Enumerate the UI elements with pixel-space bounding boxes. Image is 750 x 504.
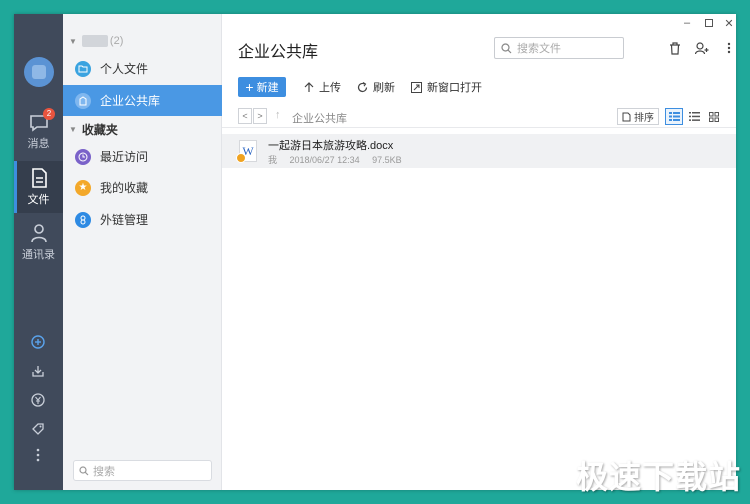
document-icon [31,167,47,188]
plus-icon: + [245,79,254,95]
app-window: 消息 2 文件 通讯录 ▼ (2) 个人文件 企业公共库 ▼ 收藏夹 最近访问 … [14,14,736,490]
new-window-button[interactable]: 新窗口打开 [411,79,482,95]
left-rail: 消息 2 文件 通讯录 [14,14,63,490]
more-vertical-icon[interactable] [721,40,736,56]
arrow-up-icon [304,81,314,92]
building-icon [75,92,91,109]
clock-icon [75,148,91,165]
file-size: 97.5KB [372,155,402,165]
add-member-icon[interactable] [694,40,710,56]
list-view-icon[interactable] [685,108,703,125]
breadcrumb[interactable]: 企业公共库 [292,110,347,126]
refresh-button[interactable]: 刷新 [357,79,395,95]
nav-enterprise-library-label: 企业公共库 [100,94,161,108]
nav-personal-files[interactable]: 个人文件 [63,53,222,84]
detail-view-icon[interactable] [665,108,683,125]
upload-button[interactable]: 上传 [304,79,341,95]
up-arrow-icon[interactable]: ↑ [275,109,281,121]
rail-messages[interactable]: 消息 2 [14,106,63,158]
star-icon: ★ [75,179,91,196]
rail-contacts[interactable]: 通讯录 [14,216,63,268]
person-icon [30,223,47,242]
group-count: (2) [109,35,124,47]
nav-external-links[interactable]: 外链管理 [63,204,222,235]
file-owner: 我 [268,155,278,165]
search-icon [501,42,512,53]
new-button[interactable]: + 新建 [238,77,286,97]
grid-view-icon[interactable] [705,108,723,125]
group-header-org[interactable]: ▼ (2) [63,29,222,53]
download-icon[interactable] [29,362,47,380]
file-search-input[interactable]: 搜索文件 [494,37,624,59]
nav-my-favorites[interactable]: ★ 我的收藏 [63,172,222,203]
trash-icon[interactable] [667,40,683,56]
group-header-favorites[interactable]: ▼ 收藏夹 [63,117,222,141]
link-icon [75,211,91,228]
new-button-label: 新建 [256,82,279,94]
tag-icon[interactable] [29,420,47,438]
open-window-icon [411,81,422,93]
maximize-icon[interactable] [700,16,718,30]
more-vertical-icon[interactable] [29,446,47,464]
caret-down-icon: ▼ [69,124,77,134]
page-title: 企业公共库 [238,44,319,61]
panel-search-placeholder: 搜索 [93,465,115,478]
sort-label: 排序 [634,113,654,124]
nav-recent-label: 最近访问 [100,150,149,164]
sort-icon [622,112,631,121]
folder-panel: ▼ (2) 个人文件 企业公共库 ▼ 收藏夹 最近访问 ★ 我的收藏 外链管理 … [63,14,222,490]
search-icon [79,465,89,475]
file-name: 一起游日本旅游攻略.docx [268,140,394,152]
nav-external-links-label: 外链管理 [100,213,149,227]
file-row[interactable]: W 一起游日本旅游攻略.docx 我 2018/06/27 12:34 97.5… [222,134,736,168]
rail-contacts-label: 通讯录 [22,248,55,261]
add-icon[interactable] [29,333,47,351]
back-arrow-icon[interactable]: < [238,108,252,124]
file-search-placeholder: 搜索文件 [517,43,561,55]
unread-badge: 2 [43,108,55,120]
org-name-redacted [81,35,108,47]
caret-down-icon: ▼ [69,36,77,46]
minimize-icon[interactable]: – [678,16,696,30]
shared-badge-icon [236,153,246,163]
path-bar: < > ↑ 企业公共库 排序 [222,106,736,128]
nav-recent[interactable]: 最近访问 [63,141,222,172]
rail-files-label: 文件 [27,193,50,206]
upload-label: 上传 [319,82,341,94]
nav-personal-files-label: 个人文件 [100,62,149,76]
rail-messages-label: 消息 [27,137,50,150]
file-meta: 我 2018/06/27 12:34 97.5KB [268,153,412,166]
nav-my-favorites-label: 我的收藏 [100,181,149,195]
main-area: – ✕ 企业公共库 搜索文件 + 新建 上传 刷新 新窗口打开 < > ↑ 企业… [222,14,736,490]
file-date: 2018/06/27 12:34 [289,155,360,165]
folder-icon [75,60,91,77]
refresh-label: 刷新 [373,82,395,94]
favorites-head-label: 收藏夹 [81,122,118,137]
panel-search-input[interactable]: 搜索 [73,460,212,481]
yen-circle-icon[interactable] [29,391,47,409]
rail-files[interactable]: 文件 [14,161,63,213]
avatar[interactable] [24,57,54,87]
toolbar: + 新建 上传 刷新 新窗口打开 [238,77,482,97]
nav-enterprise-library[interactable]: 企业公共库 [63,85,222,116]
refresh-icon [357,81,368,92]
forward-arrow-icon[interactable]: > [253,108,267,124]
sort-button[interactable]: 排序 [617,108,659,125]
close-icon[interactable]: ✕ [720,16,736,30]
new-window-label: 新窗口打开 [427,82,482,94]
site-watermark: 极速下载站 [576,458,742,496]
